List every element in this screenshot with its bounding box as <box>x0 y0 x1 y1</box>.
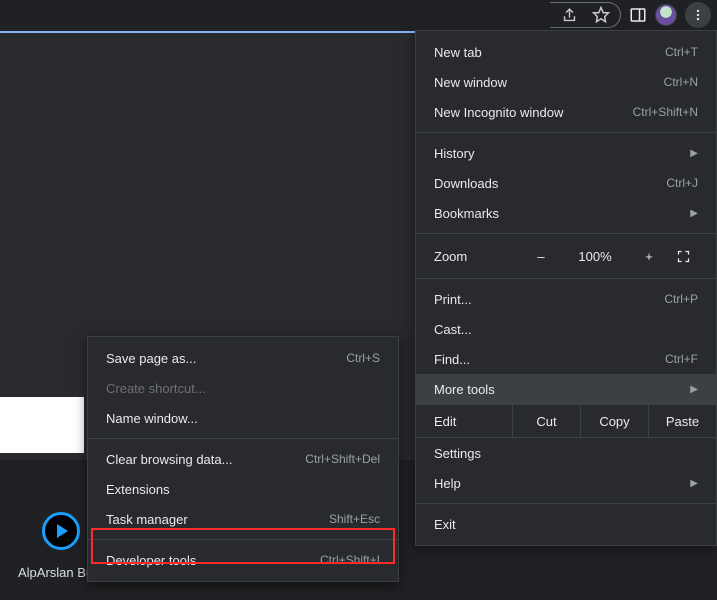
page-white-region <box>0 397 84 453</box>
submenu-name-window[interactable]: Name window... <box>88 403 398 433</box>
submenu-save-page[interactable]: Save page as... Ctrl+S <box>88 343 398 373</box>
menu-new-incognito[interactable]: New Incognito window Ctrl+Shift+N <box>416 97 716 127</box>
menu-print[interactable]: Print... Ctrl+P <box>416 284 716 314</box>
share-icon[interactable] <box>560 6 578 24</box>
menu-bookmarks[interactable]: Bookmarks ▶ <box>416 198 716 228</box>
menu-separator <box>416 233 716 234</box>
edit-paste[interactable]: Paste <box>648 405 716 437</box>
menu-label: Find... <box>434 352 470 367</box>
menu-zoom-row: Zoom – 100% + <box>416 239 716 273</box>
submenu-clear-browsing-data[interactable]: Clear browsing data... Ctrl+Shift+Del <box>88 444 398 474</box>
menu-label: History <box>434 146 474 161</box>
menu-label: Task manager <box>106 512 188 527</box>
chevron-right-icon: ▶ <box>682 384 698 395</box>
menu-label: New tab <box>434 45 482 60</box>
chrome-main-menu: New tab Ctrl+T New window Ctrl+N New Incog… <box>415 30 717 546</box>
chevron-right-icon: ▶ <box>682 148 698 159</box>
menu-label: Name window... <box>106 411 198 426</box>
shortcut: Ctrl+P <box>664 292 698 306</box>
menu-label: Help <box>434 476 461 491</box>
menu-help[interactable]: Help ▶ <box>416 468 716 498</box>
submenu-task-manager[interactable]: Task manager Shift+Esc <box>88 504 398 534</box>
chevron-right-icon: ▶ <box>682 208 698 219</box>
menu-separator <box>88 438 398 439</box>
zoom-in-button[interactable]: + <box>622 249 676 264</box>
menu-label: Save page as... <box>106 351 196 366</box>
menu-separator <box>416 503 716 504</box>
menu-label: Exit <box>434 517 456 532</box>
submenu-extensions[interactable]: Extensions <box>88 474 398 504</box>
zoom-value: 100% <box>568 249 622 264</box>
more-menu-button[interactable] <box>685 2 711 28</box>
menu-more-tools[interactable]: More tools ▶ <box>416 374 716 404</box>
shortcut: Ctrl+S <box>346 351 380 365</box>
shortcut: Ctrl+Shift+N <box>633 105 698 119</box>
menu-new-tab[interactable]: New tab Ctrl+T <box>416 37 716 67</box>
shortcut: Ctrl+Shift+I <box>320 553 380 567</box>
menu-separator <box>416 132 716 133</box>
menu-exit[interactable]: Exit <box>416 509 716 539</box>
menu-cast[interactable]: Cast... <box>416 314 716 344</box>
menu-label: Clear browsing data... <box>106 452 232 467</box>
edit-copy[interactable]: Copy <box>580 405 648 437</box>
menu-label: Extensions <box>106 482 170 497</box>
menu-label: Downloads <box>434 176 498 191</box>
shortcut: Ctrl+N <box>664 75 698 89</box>
zoom-label: Zoom <box>434 249 514 264</box>
menu-find[interactable]: Find... Ctrl+F <box>416 344 716 374</box>
shortcut: Ctrl+F <box>665 352 698 366</box>
menu-label: New Incognito window <box>434 105 563 120</box>
browser-toolbar <box>0 0 717 30</box>
menu-label: New window <box>434 75 507 90</box>
menu-label: Print... <box>434 292 472 307</box>
video-thumbnail-play-icon[interactable] <box>42 512 80 550</box>
menu-label: Create shortcut... <box>106 381 206 396</box>
star-icon[interactable] <box>592 6 610 24</box>
chevron-right-icon: ▶ <box>682 478 698 489</box>
submenu-create-shortcut: Create shortcut... <box>88 373 398 403</box>
shortcut: Shift+Esc <box>329 512 380 526</box>
menu-label: Settings <box>434 446 481 461</box>
shortcut: Ctrl+Shift+Del <box>305 452 380 466</box>
menu-label: More tools <box>434 382 495 397</box>
menu-edit-row: Edit Cut Copy Paste <box>416 404 716 438</box>
menu-separator <box>88 539 398 540</box>
shortcut: Ctrl+J <box>666 176 698 190</box>
menu-label: Developer tools <box>106 553 196 568</box>
menu-new-window[interactable]: New window Ctrl+N <box>416 67 716 97</box>
menu-history[interactable]: History ▶ <box>416 138 716 168</box>
edit-cut[interactable]: Cut <box>512 405 580 437</box>
menu-label: Cast... <box>434 322 472 337</box>
submenu-developer-tools[interactable]: Developer tools Ctrl+Shift+I <box>88 545 398 575</box>
menu-downloads[interactable]: Downloads Ctrl+J <box>416 168 716 198</box>
profile-avatar[interactable] <box>655 4 677 26</box>
shortcut: Ctrl+T <box>665 45 698 59</box>
fullscreen-icon[interactable] <box>676 249 704 264</box>
menu-settings[interactable]: Settings <box>416 438 716 468</box>
more-tools-submenu: Save page as... Ctrl+S Create shortcut...… <box>87 336 399 582</box>
edit-label: Edit <box>416 414 512 429</box>
menu-label: Bookmarks <box>434 206 499 221</box>
zoom-out-button[interactable]: – <box>514 249 568 264</box>
side-panel-icon[interactable] <box>629 6 647 24</box>
menu-separator <box>416 278 716 279</box>
omnibox-actions <box>550 2 621 28</box>
